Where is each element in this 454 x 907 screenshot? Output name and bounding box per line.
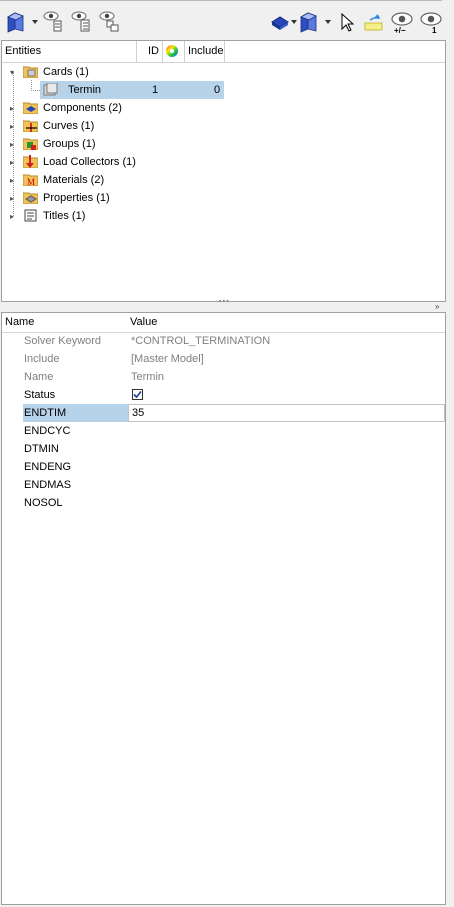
- show-hide-toggle-icon[interactable]: +/−: [390, 10, 416, 38]
- tree-item-groups[interactable]: ▸ Groups (1): [2, 135, 445, 153]
- tree-item-components[interactable]: ▸ Components (2): [2, 99, 445, 117]
- property-row-nosol[interactable]: NOSOL: [2, 494, 445, 512]
- components-folder-icon: [23, 102, 38, 114]
- tree-item-cards[interactable]: ▾ Cards (1): [2, 63, 445, 81]
- tree-item-label: Load Collectors (1): [43, 156, 136, 168]
- tree-item-label: Titles (1): [43, 210, 86, 222]
- property-row-status[interactable]: Status: [2, 386, 445, 404]
- tree-item-label: Materials (2): [43, 174, 105, 186]
- entity-tree-panel: Entities ID Include ▾ Cards (1) Termin 1…: [1, 40, 446, 302]
- property-grid-header: Name Value: [2, 313, 445, 333]
- groups-folder-icon: [23, 138, 38, 150]
- tree-item-titles[interactable]: ▸ Titles (1): [2, 207, 445, 225]
- column-header-color[interactable]: [163, 41, 185, 62]
- show-entity-icon[interactable]: [42, 10, 66, 34]
- collapse-panel-icon[interactable]: »: [435, 302, 439, 311]
- display-mode-right-dropdown-icon[interactable]: [325, 20, 331, 24]
- show-hierarchy-icon[interactable]: [70, 10, 94, 34]
- property-name: DTMIN: [24, 443, 59, 455]
- expand-icon[interactable]: ▸: [10, 159, 17, 167]
- isolate-icon[interactable]: 1: [420, 10, 444, 38]
- tree-item-curves[interactable]: ▸ Curves (1): [2, 117, 445, 135]
- property-value: Termin: [131, 371, 165, 383]
- plus-minus-label: +/−: [394, 26, 406, 35]
- tree-item-label: Termin: [68, 84, 102, 96]
- property-row-solver-keyword[interactable]: Solver Keyword *CONTROL_TERMINATION: [2, 332, 445, 350]
- property-name: ENDCYC: [24, 425, 71, 437]
- property-row-endeng[interactable]: ENDENG: [2, 458, 445, 476]
- tree-item-label: Components (2): [43, 102, 122, 114]
- card-icon: [43, 83, 58, 96]
- property-name: Include: [24, 353, 60, 365]
- splitter-grip: • • •: [219, 299, 229, 305]
- display-mode-right-icon[interactable]: [299, 10, 323, 34]
- property-name: Status: [24, 389, 56, 401]
- property-name: Solver Keyword: [24, 335, 102, 347]
- property-name: NOSOL: [24, 497, 63, 509]
- tree-item-termin[interactable]: Termin 1 0: [40, 81, 224, 99]
- tree-item-materials[interactable]: ▸ M Materials (2): [2, 171, 445, 189]
- property-row-endcyc[interactable]: ENDCYC: [2, 422, 445, 440]
- checkmark-icon: [133, 390, 142, 399]
- materials-folder-icon: M: [23, 174, 38, 186]
- entity-selection-icon[interactable]: [270, 10, 290, 34]
- tree-item-label: Properties (1): [43, 192, 110, 204]
- isolate-label: 1: [432, 26, 437, 35]
- status-checkbox[interactable]: [132, 389, 143, 400]
- expand-icon[interactable]: ▸: [10, 177, 17, 185]
- property-name: ENDMAS: [24, 479, 72, 491]
- expand-icon[interactable]: ▸: [10, 105, 17, 113]
- property-row-endmas[interactable]: ENDMAS: [2, 476, 445, 494]
- tree-header: Entities ID Include: [2, 41, 445, 63]
- scroll-gutter: [447, 312, 454, 907]
- column-header-include[interactable]: Include: [185, 41, 225, 62]
- column-header-name[interactable]: Name: [5, 316, 34, 328]
- property-name: ENDTIM: [23, 404, 128, 422]
- tree-item-load-collectors[interactable]: ▸ Load Collectors (1): [2, 153, 445, 171]
- tree-line: [31, 90, 40, 91]
- property-row-dtmin[interactable]: DTMIN: [2, 440, 445, 458]
- curves-folder-icon: [23, 120, 38, 132]
- properties-folder-icon: [23, 192, 38, 204]
- property-value: [Master Model]: [131, 353, 204, 365]
- property-row-name[interactable]: Name Termin: [2, 368, 445, 386]
- tree-item-properties[interactable]: ▸ Properties (1): [2, 189, 445, 207]
- svg-text:M: M: [27, 177, 35, 186]
- endtim-input[interactable]: 35: [128, 404, 445, 422]
- tree-item-include: 0: [214, 84, 221, 96]
- toolbar: +/− 1: [0, 0, 454, 40]
- titles-folder-icon: [24, 209, 37, 222]
- column-header-value[interactable]: Value: [130, 316, 157, 328]
- expand-icon[interactable]: ▸: [10, 123, 17, 131]
- tree-item-label: Groups (1): [43, 138, 96, 150]
- expand-icon[interactable]: ▸: [10, 213, 17, 221]
- tree-item-label: Curves (1): [43, 120, 95, 132]
- pointer-icon[interactable]: [338, 10, 356, 34]
- property-row-endtim[interactable]: ENDTIM 35: [2, 404, 445, 422]
- property-value: *CONTROL_TERMINATION: [131, 335, 271, 347]
- collapse-icon[interactable]: ▾: [10, 69, 17, 77]
- show-all-icon[interactable]: [98, 10, 122, 34]
- property-row-include[interactable]: Include [Master Model]: [2, 350, 445, 368]
- tree-item-id: 1: [152, 84, 159, 96]
- expand-icon[interactable]: ▸: [10, 141, 17, 149]
- property-grid: Name Value Solver Keyword *CONTROL_TERMI…: [1, 312, 446, 905]
- panel-splitter[interactable]: • • • »: [0, 299, 454, 312]
- toolbar-top-line: [0, 0, 442, 1]
- expand-icon[interactable]: ▸: [10, 195, 17, 203]
- color-wheel-icon: [166, 45, 178, 57]
- highlight-icon[interactable]: [362, 10, 386, 34]
- display-mode-dropdown-icon[interactable]: [32, 20, 38, 24]
- load-collectors-folder-icon: [23, 155, 38, 168]
- property-name: ENDENG: [24, 461, 72, 473]
- column-header-id[interactable]: ID: [137, 41, 163, 62]
- display-mode-icon[interactable]: [6, 10, 30, 34]
- tree-item-label: Cards (1): [43, 66, 89, 78]
- property-name: Name: [24, 371, 54, 383]
- entity-selection-dropdown-icon[interactable]: [291, 20, 297, 24]
- cards-folder-icon: [23, 66, 38, 78]
- column-header-entities[interactable]: Entities: [2, 41, 137, 62]
